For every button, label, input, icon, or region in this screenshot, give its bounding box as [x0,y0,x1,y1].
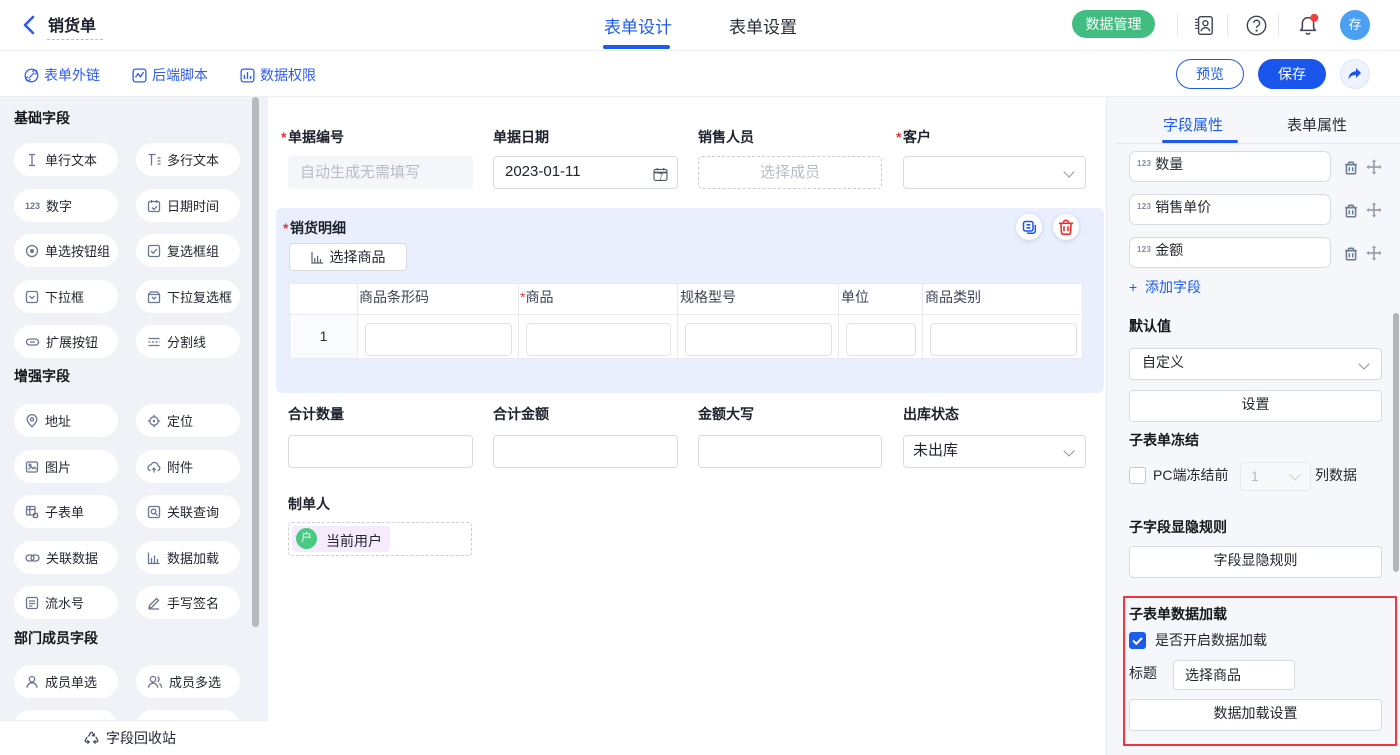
svg-text:7: 7 [659,172,664,181]
